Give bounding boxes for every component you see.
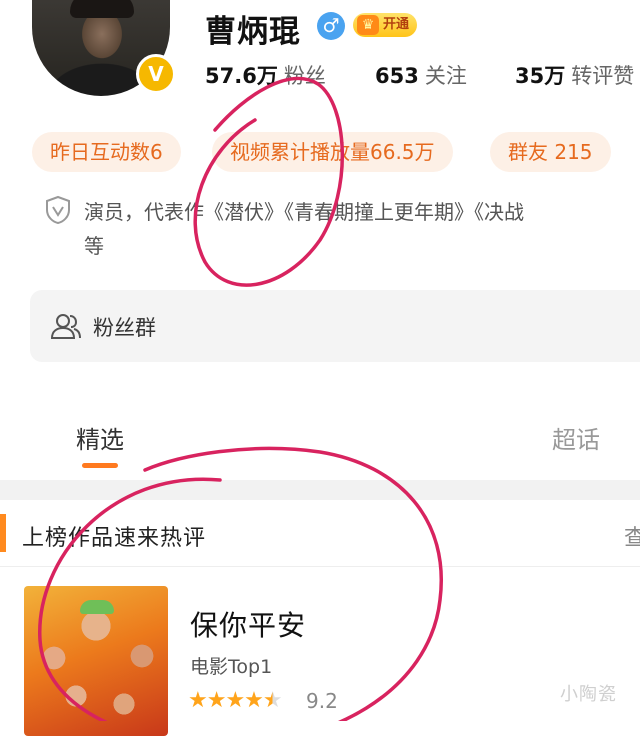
tab-featured[interactable]: 精选 — [76, 420, 124, 455]
profile-name: 曹炳琨 — [205, 14, 301, 50]
stat-value: 57.6万 — [205, 64, 278, 88]
rating-stars-icon: ★★★★★ — [188, 688, 283, 713]
verified-v-icon: V — [136, 54, 176, 94]
watermark: 小陶瓷 — [560, 684, 617, 705]
bio-text: 演员，代表作《潜伏》《青春期撞上更年期》《决战 — [84, 200, 524, 224]
section-divider — [0, 480, 640, 500]
vip-open-button[interactable]: ♛ 开通 — [353, 13, 418, 37]
stat-value: 35万 — [515, 64, 566, 88]
shield-v-icon — [46, 195, 70, 225]
tab-super-topic[interactable]: 超话 — [552, 420, 600, 455]
view-more-link[interactable]: 查 — [624, 520, 640, 552]
following-count-stat[interactable]: 653 关注 — [375, 60, 467, 90]
reposts-likes-stat[interactable]: 35万 转评赞 — [515, 60, 634, 90]
group-people-icon — [50, 314, 81, 339]
stat-label: 关注 — [424, 64, 467, 88]
male-icon: ♂ — [317, 12, 345, 40]
fans-count-stat[interactable]: 57.6万 粉丝 — [205, 60, 326, 90]
video-plays-chip[interactable]: 视频累计播放量66.5万 — [212, 132, 453, 172]
movie-title[interactable]: 保你平安 — [190, 604, 306, 644]
fans-group-label: 粉丝群 — [93, 316, 156, 340]
active-tab-indicator — [82, 463, 118, 468]
vip-open-label: 开通 — [383, 17, 410, 32]
daily-interaction-chip[interactable]: 昨日互动数6 — [32, 132, 181, 172]
section-accent-bar — [0, 514, 6, 552]
group-members-chip[interactable]: 群友 215 — [490, 132, 611, 172]
crown-icon: ♛ — [357, 15, 379, 35]
fans-group-button[interactable]: 粉丝群 — [30, 290, 640, 362]
divider-line — [0, 566, 640, 567]
rating-value: 9.2 — [306, 689, 338, 713]
movie-poster[interactable] — [24, 586, 168, 736]
bio-continuation: 等 — [84, 234, 104, 258]
ranking-section-title: 上榜作品速来热评 — [22, 526, 207, 551]
stat-label: 粉丝 — [283, 64, 326, 88]
stat-label: 转评赞 — [571, 64, 635, 88]
stat-value: 653 — [375, 64, 419, 88]
movie-rank: 电影Top1 — [190, 656, 273, 678]
